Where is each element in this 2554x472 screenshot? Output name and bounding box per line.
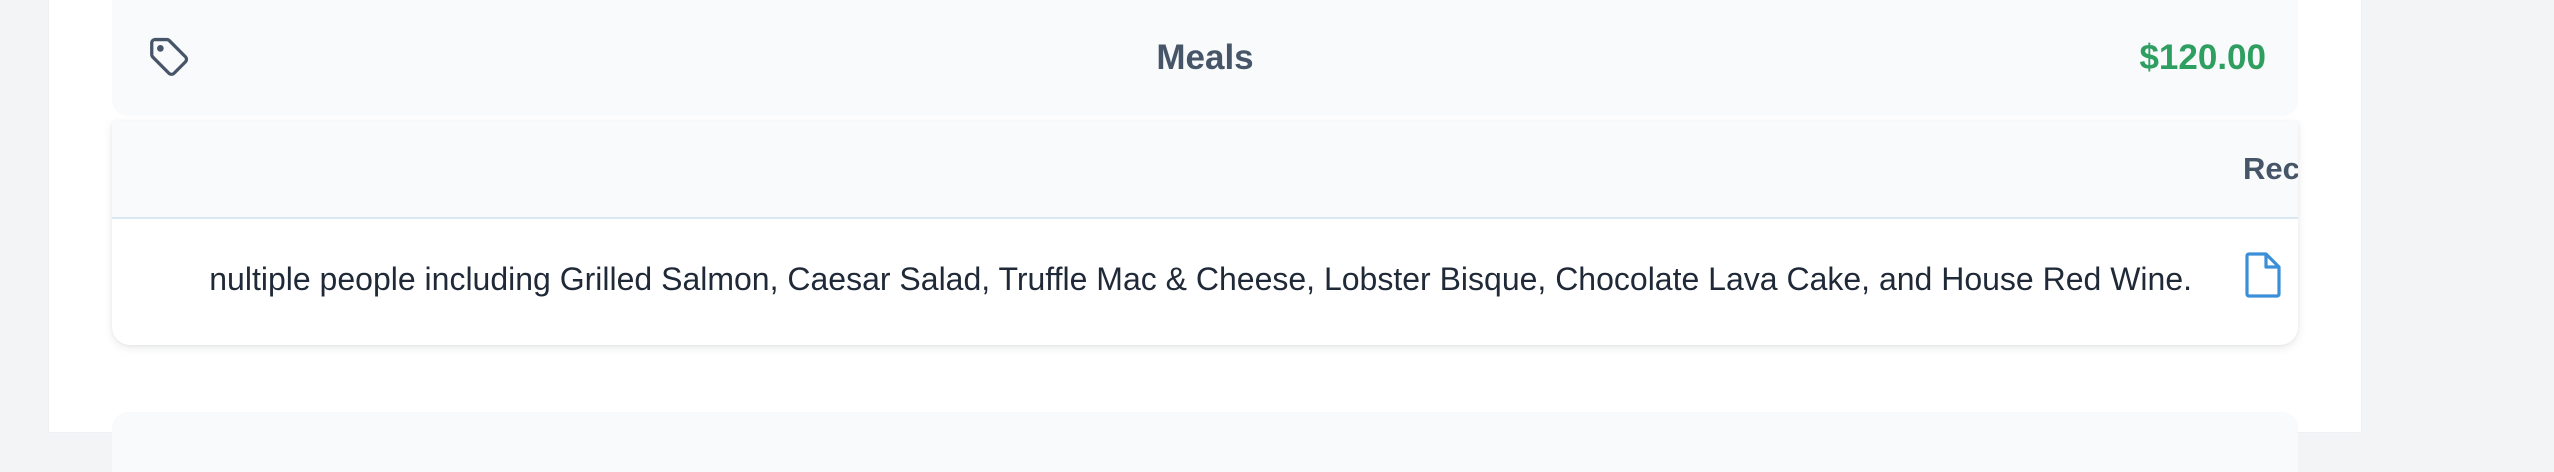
expense-description: nultiple people including Grilled Salmon… xyxy=(209,261,2192,297)
expense-table: Rec nultiple people including Grilled Sa… xyxy=(112,121,2298,345)
category-title: Meals xyxy=(1156,38,1254,77)
column-header-receipt: Rec xyxy=(2243,151,2298,186)
table-header-row: Rec xyxy=(112,121,2298,219)
category-total: $120.00 xyxy=(2139,38,2266,77)
next-category-header xyxy=(112,412,2298,472)
document-icon[interactable] xyxy=(2243,251,2283,299)
category-header: Meals $120.00 xyxy=(112,0,2298,116)
